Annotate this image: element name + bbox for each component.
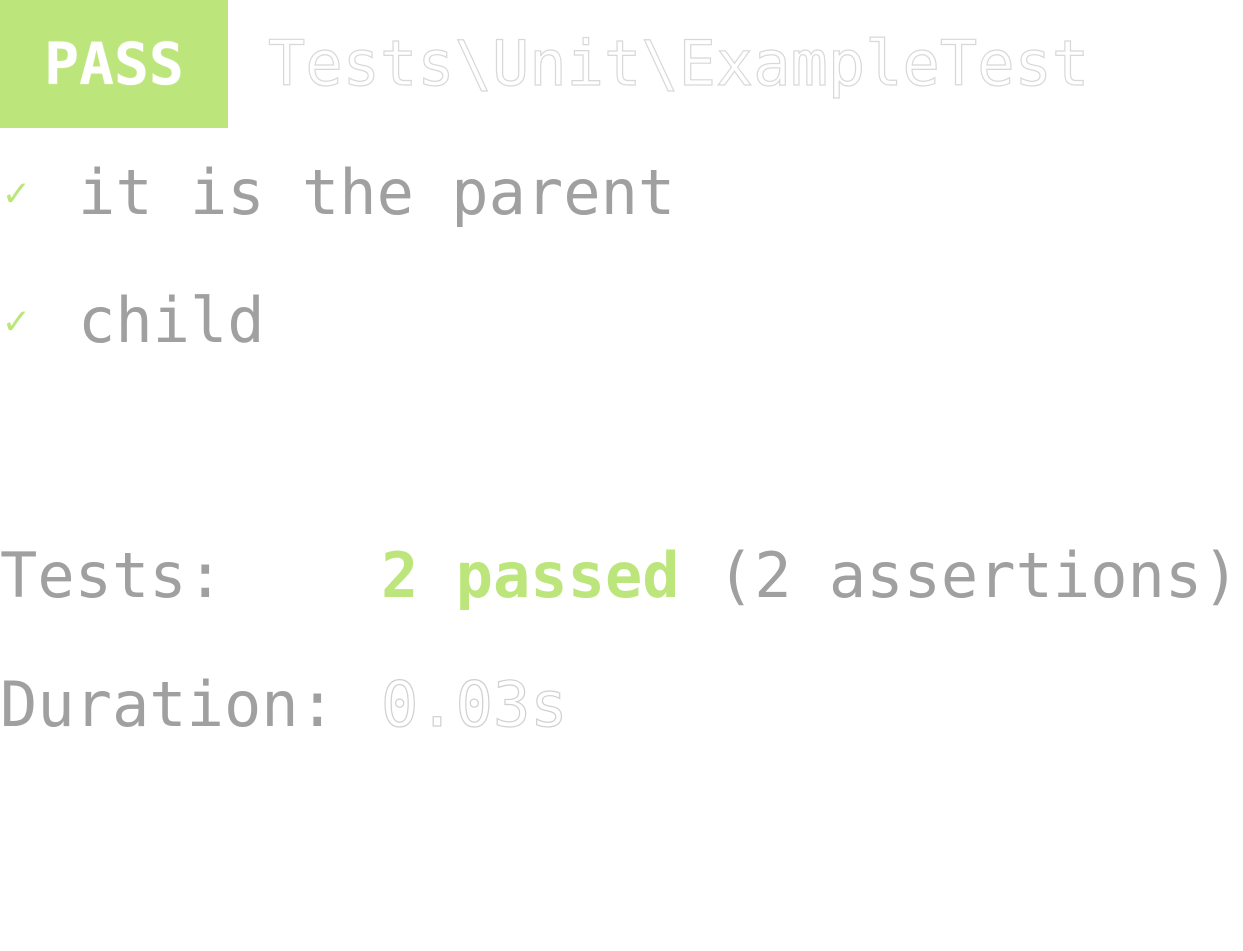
pass-label: PASS <box>44 30 184 98</box>
suite-name: Tests\Unit\ExampleTest <box>267 26 1090 100</box>
duration-label: Duration: <box>0 668 336 741</box>
duration-value: 0.03s <box>380 668 568 741</box>
check-icon: ✓ <box>4 170 29 216</box>
assertions-count: (2 assertions) <box>716 539 1240 612</box>
test-output-terminal: PASS Tests\Unit\ExampleTest ✓ it is the … <box>0 0 1243 740</box>
test-result-row: ✓ child <box>0 286 265 356</box>
pass-badge: PASS <box>0 0 228 128</box>
duration-summary-row: Duration: 0.03s <box>0 669 568 740</box>
suite-header: PASS Tests\Unit\ExampleTest <box>0 0 1243 128</box>
tests-summary-value: 2 passed (2 assertions) <box>381 541 1240 611</box>
passed-count: 2 passed <box>381 539 680 612</box>
test-name: child <box>78 284 265 357</box>
test-result-row: ✓ it is the parent <box>0 158 675 228</box>
tests-summary-row: Tests: 2 passed (2 assertions) <box>0 541 1240 611</box>
test-name: it is the parent <box>78 156 676 229</box>
check-icon: ✓ <box>4 298 29 344</box>
tests-label: Tests: <box>0 539 224 612</box>
